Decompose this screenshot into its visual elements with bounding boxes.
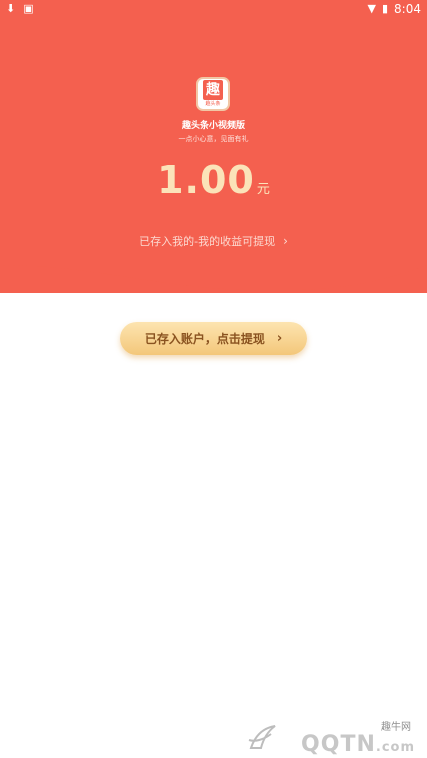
download-icon: ⬇ (6, 2, 16, 15)
watermark-text: QQTN.com (301, 732, 415, 757)
chevron-right-icon: › (283, 234, 288, 248)
withdraw-button[interactable]: 已存入账户，点击提现 › (120, 322, 307, 355)
wifi-icon: ▼ (367, 2, 376, 15)
image-icon: ▣ (23, 2, 34, 15)
amount-value: 1.00 (157, 158, 255, 202)
watermark-site: 趣牛网 (381, 722, 411, 733)
watermark-domain: .com (375, 740, 415, 755)
status-right: ▼ ▮ 8:04 (368, 2, 421, 16)
watermark: 趣牛网 QQTN.com (245, 718, 415, 757)
app-logo-caption: 趣头条 (205, 101, 221, 107)
earnings-link[interactable]: 已存入我的-我的收益可提现 › (0, 233, 427, 249)
status-bar: ⬇ ▣ ▼ ▮ 8:04 (0, 0, 427, 18)
header-wave (0, 255, 427, 291)
app-logo-glyph: 趣 (203, 80, 223, 100)
app-slogan: 一点小心意，见面有礼 (178, 135, 249, 143)
watermark-brand: QQTN (301, 732, 376, 757)
withdraw-button-label: 已存入账户，点击提现 (144, 332, 265, 346)
earnings-link-label: 已存入我的-我的收益可提现 (139, 235, 276, 248)
status-left: ⬇ ▣ (6, 2, 34, 16)
watermark-logo-icon (248, 725, 276, 749)
status-time: 8:04 (394, 2, 421, 16)
battery-icon: ▮ (381, 2, 389, 15)
reward-header (0, 18, 427, 293)
reward-amount: 1.00 元 (0, 158, 427, 202)
app-name: 趣头条小视频版 (181, 121, 245, 131)
chevron-right-icon: › (276, 331, 283, 346)
app-logo: 趣 趣头条 (196, 77, 230, 111)
amount-unit: 元 (256, 182, 270, 197)
